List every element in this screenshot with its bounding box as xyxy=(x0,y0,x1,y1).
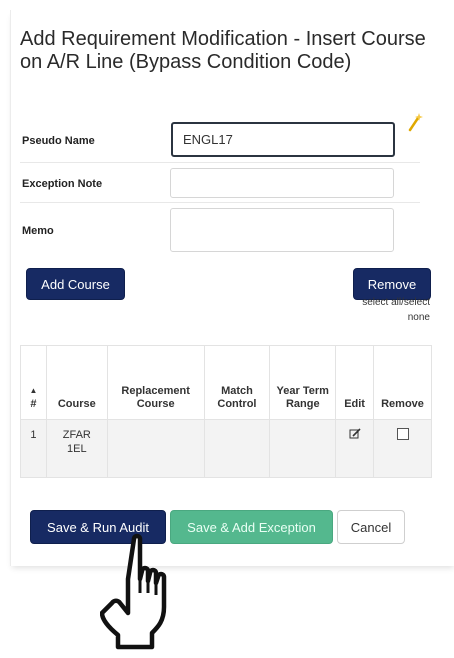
column-header-year-term-range: Year Term Range xyxy=(269,345,337,420)
pointer-hand-icon xyxy=(100,533,167,650)
column-header-remove: Remove xyxy=(373,345,432,420)
magic-wand-icon[interactable] xyxy=(407,112,423,132)
year-term-range-cell xyxy=(269,419,337,478)
course-table: ▲ # Course Replacement Course Match Cont… xyxy=(20,345,432,478)
remove-row-checkbox[interactable] xyxy=(396,428,409,440)
column-header-number[interactable]: ▲ # xyxy=(20,345,47,420)
replacement-course-cell xyxy=(106,419,205,478)
save-add-exception-label: Save & Add Exception xyxy=(187,519,316,535)
cancel-label: Cancel xyxy=(350,519,392,535)
dialog-title: Add Requirement Modification - Insert Co… xyxy=(20,28,426,73)
remove-label: Remove xyxy=(367,276,417,292)
remove-cell xyxy=(373,419,432,478)
course-cell: ZFAR 1EL xyxy=(45,419,108,478)
column-header-replacement-course: Replacement Course xyxy=(106,345,205,420)
sort-caret-icon: ▲ xyxy=(29,386,38,395)
memo-field[interactable] xyxy=(170,208,394,252)
edit-icon[interactable] xyxy=(349,428,361,440)
match-control-cell xyxy=(203,419,271,478)
edit-cell xyxy=(335,419,375,478)
row-number-cell: 1 xyxy=(20,419,47,478)
exception-note-field[interactable] xyxy=(170,168,394,198)
cancel-button[interactable]: Cancel xyxy=(337,510,405,544)
column-header-match-control: Match Control xyxy=(203,345,271,420)
add-course-label: Add Course xyxy=(41,276,110,292)
course-value: ZFAR 1EL xyxy=(62,429,91,455)
pseudo-name-field[interactable] xyxy=(171,122,395,157)
pseudo-name-label: Pseudo Name xyxy=(22,135,95,147)
table-header-row: ▲ # Course Replacement Course Match Cont… xyxy=(20,345,432,420)
exception-note-label: Exception Note xyxy=(22,178,103,190)
column-header-edit: Edit xyxy=(335,345,375,420)
row-divider xyxy=(20,162,420,163)
column-header-label: # xyxy=(30,398,37,410)
row-divider xyxy=(20,202,420,203)
add-course-button[interactable]: Add Course xyxy=(26,268,125,300)
memo-label: Memo xyxy=(22,225,54,237)
table-row: 1 ZFAR 1EL xyxy=(20,419,432,478)
column-header-course: Course xyxy=(45,345,108,420)
select-all-none-link[interactable]: select all/select none xyxy=(340,295,430,325)
